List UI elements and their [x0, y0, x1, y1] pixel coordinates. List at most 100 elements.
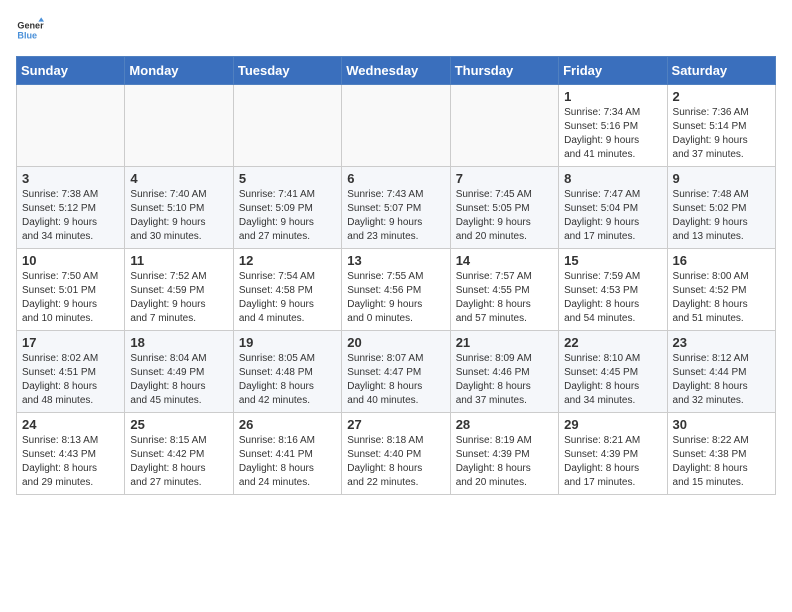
- day-info: Sunrise: 8:15 AMSunset: 4:42 PMDaylight:…: [130, 434, 227, 490]
- daylight-text-2: and 37 minutes.: [456, 394, 553, 408]
- sunrise-text: Sunrise: 7:43 AM: [347, 188, 444, 202]
- daylight-text-1: Daylight: 9 hours: [130, 298, 227, 312]
- sunrise-text: Sunrise: 7:40 AM: [130, 188, 227, 202]
- daylight-text-2: and 27 minutes.: [130, 476, 227, 490]
- sunrise-text: Sunrise: 8:21 AM: [564, 434, 661, 448]
- day-info: Sunrise: 7:34 AMSunset: 5:16 PMDaylight:…: [564, 106, 661, 162]
- daylight-text-1: Daylight: 8 hours: [22, 462, 119, 476]
- sunset-text: Sunset: 4:49 PM: [130, 366, 227, 380]
- daylight-text-1: Daylight: 9 hours: [673, 216, 770, 230]
- week-row-2: 3Sunrise: 7:38 AMSunset: 5:12 PMDaylight…: [17, 167, 776, 249]
- daylight-text-2: and 10 minutes.: [22, 312, 119, 326]
- daylight-text-2: and 13 minutes.: [673, 230, 770, 244]
- calendar-cell: 30Sunrise: 8:22 AMSunset: 4:38 PMDayligh…: [667, 413, 775, 495]
- sunset-text: Sunset: 5:01 PM: [22, 284, 119, 298]
- weekday-header-thursday: Thursday: [450, 57, 558, 85]
- daylight-text-1: Daylight: 8 hours: [130, 462, 227, 476]
- week-row-4: 17Sunrise: 8:02 AMSunset: 4:51 PMDayligh…: [17, 331, 776, 413]
- day-info: Sunrise: 8:19 AMSunset: 4:39 PMDaylight:…: [456, 434, 553, 490]
- daylight-text-2: and 4 minutes.: [239, 312, 336, 326]
- day-number: 25: [130, 417, 227, 432]
- daylight-text-1: Daylight: 9 hours: [22, 298, 119, 312]
- day-number: 17: [22, 335, 119, 350]
- sunset-text: Sunset: 4:55 PM: [456, 284, 553, 298]
- calendar-table: SundayMondayTuesdayWednesdayThursdayFrid…: [16, 56, 776, 495]
- calendar-cell: 8Sunrise: 7:47 AMSunset: 5:04 PMDaylight…: [559, 167, 667, 249]
- calendar-cell: 7Sunrise: 7:45 AMSunset: 5:05 PMDaylight…: [450, 167, 558, 249]
- daylight-text-2: and 32 minutes.: [673, 394, 770, 408]
- daylight-text-2: and 41 minutes.: [564, 148, 661, 162]
- week-row-3: 10Sunrise: 7:50 AMSunset: 5:01 PMDayligh…: [17, 249, 776, 331]
- day-number: 7: [456, 171, 553, 186]
- day-number: 28: [456, 417, 553, 432]
- sunrise-text: Sunrise: 7:47 AM: [564, 188, 661, 202]
- daylight-text-1: Daylight: 8 hours: [456, 380, 553, 394]
- sunrise-text: Sunrise: 8:18 AM: [347, 434, 444, 448]
- sunrise-text: Sunrise: 7:55 AM: [347, 270, 444, 284]
- sunrise-text: Sunrise: 7:34 AM: [564, 106, 661, 120]
- sunset-text: Sunset: 4:53 PM: [564, 284, 661, 298]
- day-info: Sunrise: 7:50 AMSunset: 5:01 PMDaylight:…: [22, 270, 119, 326]
- sunset-text: Sunset: 5:10 PM: [130, 202, 227, 216]
- daylight-text-2: and 17 minutes.: [564, 476, 661, 490]
- daylight-text-1: Daylight: 8 hours: [22, 380, 119, 394]
- daylight-text-1: Daylight: 9 hours: [347, 298, 444, 312]
- daylight-text-1: Daylight: 9 hours: [347, 216, 444, 230]
- sunrise-text: Sunrise: 7:38 AM: [22, 188, 119, 202]
- calendar-cell: [125, 85, 233, 167]
- calendar-cell: 13Sunrise: 7:55 AMSunset: 4:56 PMDayligh…: [342, 249, 450, 331]
- day-info: Sunrise: 8:18 AMSunset: 4:40 PMDaylight:…: [347, 434, 444, 490]
- calendar-cell: 17Sunrise: 8:02 AMSunset: 4:51 PMDayligh…: [17, 331, 125, 413]
- day-number: 21: [456, 335, 553, 350]
- day-number: 24: [22, 417, 119, 432]
- sunrise-text: Sunrise: 8:19 AM: [456, 434, 553, 448]
- daylight-text-1: Daylight: 8 hours: [673, 462, 770, 476]
- header-area: General Blue: [16, 16, 776, 44]
- day-number: 23: [673, 335, 770, 350]
- daylight-text-1: Daylight: 8 hours: [456, 462, 553, 476]
- daylight-text-2: and 45 minutes.: [130, 394, 227, 408]
- daylight-text-1: Daylight: 8 hours: [347, 380, 444, 394]
- daylight-text-1: Daylight: 9 hours: [564, 216, 661, 230]
- daylight-text-2: and 20 minutes.: [456, 476, 553, 490]
- calendar-cell: 24 Sunrise: 8:13 AMSunset: 4:43 PMDayligh…: [17, 413, 125, 495]
- sunrise-text: Sunrise: 7:57 AM: [456, 270, 553, 284]
- daylight-text-1: Daylight: 8 hours: [564, 298, 661, 312]
- day-number: 14: [456, 253, 553, 268]
- daylight-text-2: and 51 minutes.: [673, 312, 770, 326]
- calendar-cell: [233, 85, 341, 167]
- calendar-cell: 26Sunrise: 8:16 AMSunset: 4:41 PMDayligh…: [233, 413, 341, 495]
- svg-text:Blue: Blue: [17, 30, 37, 40]
- sunrise-text: Sunrise: 8:13 AM: [22, 434, 119, 448]
- daylight-text-2: and 54 minutes.: [564, 312, 661, 326]
- daylight-text-1: Daylight: 8 hours: [564, 462, 661, 476]
- calendar-cell: 18Sunrise: 8:04 AMSunset: 4:49 PMDayligh…: [125, 331, 233, 413]
- calendar-cell: 4Sunrise: 7:40 AMSunset: 5:10 PMDaylight…: [125, 167, 233, 249]
- day-number: 20: [347, 335, 444, 350]
- daylight-text-2: and 40 minutes.: [347, 394, 444, 408]
- daylight-text-2: and 37 minutes.: [673, 148, 770, 162]
- daylight-text-2: and 27 minutes.: [239, 230, 336, 244]
- day-info: Sunrise: 8:22 AMSunset: 4:38 PMDaylight:…: [673, 434, 770, 490]
- sunset-text: Sunset: 4:38 PM: [673, 448, 770, 462]
- weekday-header-sunday: Sunday: [17, 57, 125, 85]
- week-row-5: 24 Sunrise: 8:13 AMSunset: 4:43 PMDayligh…: [17, 413, 776, 495]
- calendar-cell: 16Sunrise: 8:00 AMSunset: 4:52 PMDayligh…: [667, 249, 775, 331]
- daylight-text-1: Daylight: 8 hours: [456, 298, 553, 312]
- calendar-cell: 10Sunrise: 7:50 AMSunset: 5:01 PMDayligh…: [17, 249, 125, 331]
- sunset-text: Sunset: 5:12 PM: [22, 202, 119, 216]
- daylight-text-1: Daylight: 9 hours: [564, 134, 661, 148]
- day-number: 9: [673, 171, 770, 186]
- calendar-cell: 1Sunrise: 7:34 AMSunset: 5:16 PMDaylight…: [559, 85, 667, 167]
- sunset-text: Sunset: 4:39 PM: [456, 448, 553, 462]
- daylight-text-2: and 0 minutes.: [347, 312, 444, 326]
- day-info: Sunrise: 7:54 AMSunset: 4:58 PMDaylight:…: [239, 270, 336, 326]
- calendar-cell: 12Sunrise: 7:54 AMSunset: 4:58 PMDayligh…: [233, 249, 341, 331]
- daylight-text-1: Daylight: 9 hours: [130, 216, 227, 230]
- day-info: Sunrise: 8:13 AMSunset: 4:43 PMDaylight:…: [22, 434, 119, 490]
- sunrise-text: Sunrise: 8:16 AM: [239, 434, 336, 448]
- logo-icon: General Blue: [16, 16, 44, 44]
- weekday-header-friday: Friday: [559, 57, 667, 85]
- daylight-text-1: Daylight: 8 hours: [239, 380, 336, 394]
- daylight-text-1: Daylight: 9 hours: [456, 216, 553, 230]
